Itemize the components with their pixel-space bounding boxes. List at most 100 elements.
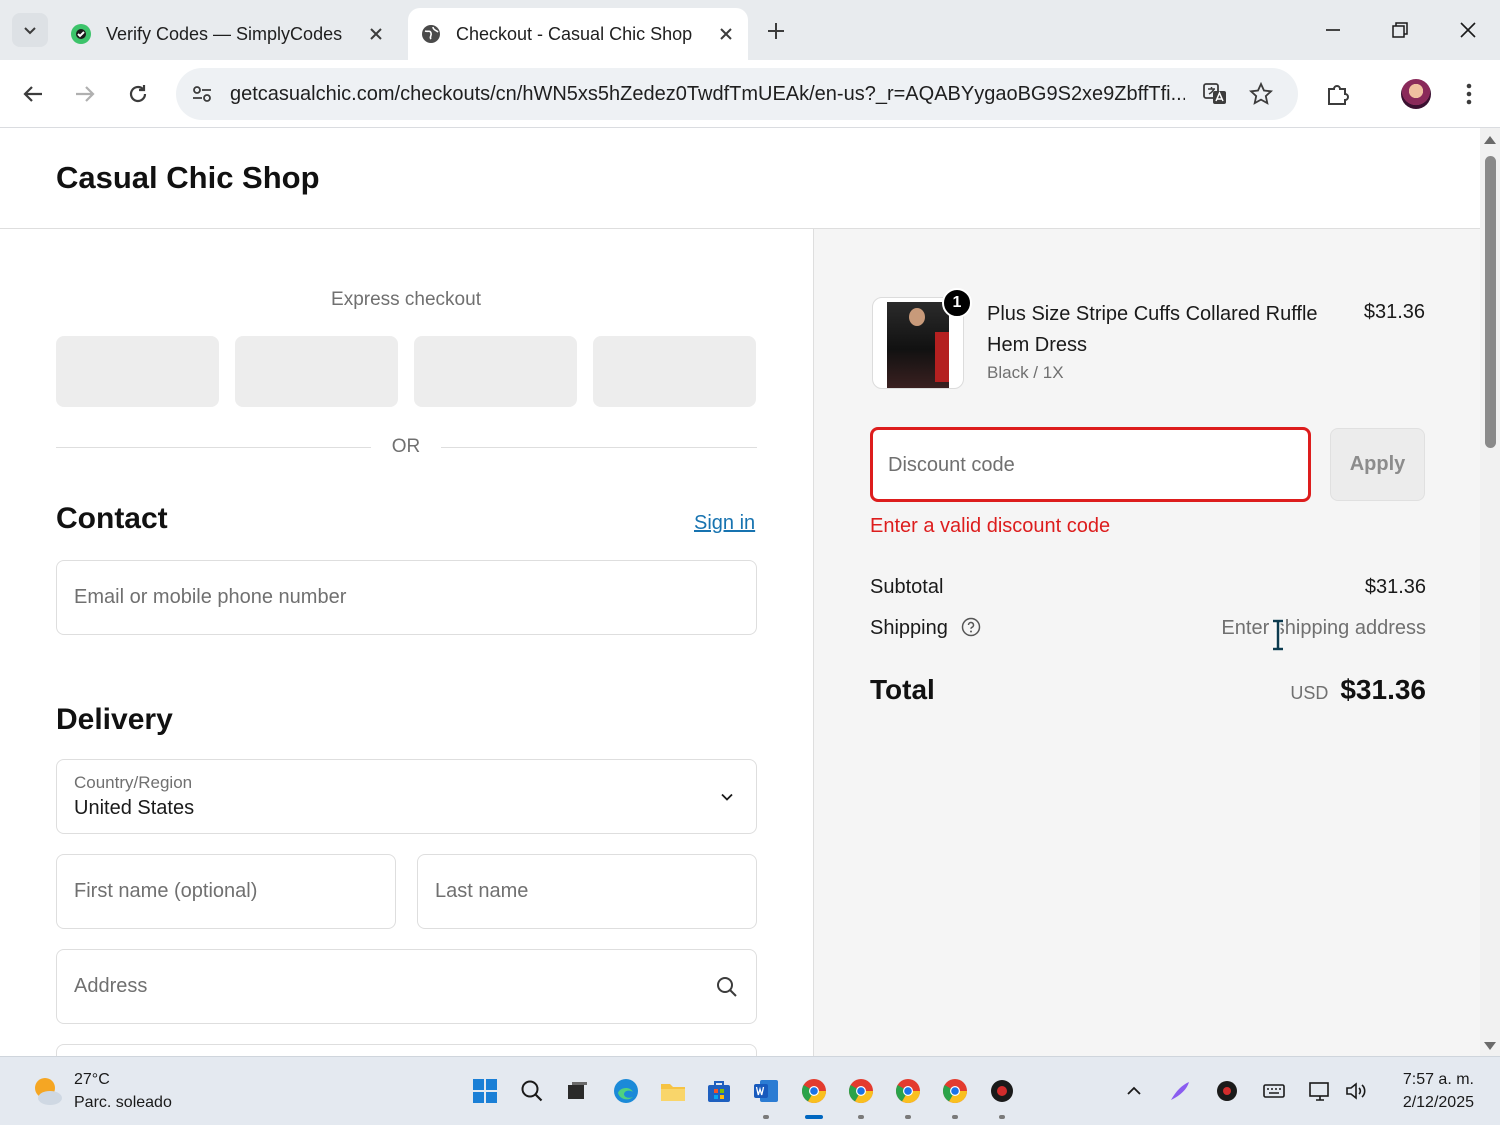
discount-error-message: Enter a valid discount code (870, 515, 1111, 537)
first-name-field[interactable]: First name (optional) (56, 854, 396, 929)
country-label: Country/Region (74, 773, 193, 792)
extensions-button[interactable] (1318, 74, 1358, 114)
help-circle-icon[interactable] (961, 617, 981, 637)
minimize-icon (1326, 29, 1340, 31)
store-app[interactable] (702, 1074, 736, 1108)
windows-taskbar: 27°C Parc. soleado 7:57 a. m. 2/12/2025 (0, 1056, 1500, 1125)
minimize-button[interactable] (1313, 10, 1353, 50)
discount-code-input[interactable]: Discount code (870, 427, 1311, 502)
chrome-icon (895, 1079, 920, 1104)
translate-icon[interactable] (1197, 76, 1233, 112)
express-pay-button-4[interactable] (593, 336, 756, 407)
puzzle-icon (1328, 85, 1349, 105)
new-tab-button[interactable] (760, 15, 792, 47)
clock-time[interactable]: 7:57 a. m. (1403, 1071, 1474, 1089)
chrome-app-2[interactable] (844, 1074, 878, 1108)
taskbar-search-button[interactable] (515, 1074, 549, 1108)
keyboard-tray-button[interactable] (1259, 1076, 1289, 1106)
tab-checkout[interactable]: Checkout - Casual Chic Shop (408, 8, 748, 60)
reload-button[interactable] (118, 74, 158, 114)
store-icon (708, 1081, 730, 1102)
chrome-app-3[interactable] (891, 1074, 925, 1108)
site-info-icon[interactable] (188, 80, 216, 108)
contact-title: Contact (56, 502, 168, 535)
apply-discount-button[interactable]: Apply (1330, 428, 1425, 501)
product-variant: Black / 1X (987, 363, 1064, 382)
page-scrollbar[interactable] (1480, 128, 1500, 1056)
profile-button[interactable] (1396, 74, 1436, 114)
scrollbar-thumb[interactable] (1485, 156, 1496, 448)
app-running-indicator (763, 1115, 769, 1119)
delivery-title: Delivery (56, 703, 173, 736)
network-tray-button[interactable] (1305, 1076, 1335, 1106)
chrome-app-4[interactable] (938, 1074, 972, 1108)
address-placeholder: Address (74, 975, 148, 997)
close-tab-icon[interactable] (712, 20, 740, 48)
chevron-down-icon (24, 27, 36, 35)
product-price: $31.36 (1363, 301, 1425, 323)
close-tab-icon[interactable] (362, 20, 390, 48)
file-explorer-app[interactable] (656, 1074, 690, 1108)
app-running-indicator (905, 1115, 911, 1119)
app-running-indicator (858, 1115, 864, 1119)
clock-date[interactable]: 2/12/2025 (1403, 1094, 1474, 1112)
folder-icon (661, 1084, 685, 1101)
dark-app[interactable] (985, 1074, 1019, 1108)
chrome-app-1[interactable] (797, 1074, 831, 1108)
shipping-value: Enter shipping address (1221, 617, 1426, 639)
tab-simplycodes[interactable]: Verify Codes — SimplyCodes (58, 8, 398, 60)
order-summary: 1 Plus Size Stripe Cuffs Collared Ruffle… (813, 229, 1480, 1056)
email-field[interactable]: Email or mobile phone number (56, 560, 757, 635)
tab-search-button[interactable] (12, 13, 48, 47)
tab-title: Checkout - Casual Chic Shop (456, 23, 693, 44)
scroll-down-arrow-icon[interactable] (1484, 1042, 1496, 1050)
search-icon (714, 974, 740, 1000)
chevron-down-icon (716, 786, 738, 808)
restore-button[interactable] (1380, 10, 1420, 50)
app-running-indicator (952, 1115, 958, 1119)
app-circle-icon (1217, 1081, 1237, 1101)
shop-name[interactable]: Casual Chic Shop (56, 160, 320, 196)
app-circle-icon (991, 1080, 1013, 1102)
scroll-up-arrow-icon[interactable] (1484, 136, 1496, 144)
chrome-icon (801, 1079, 826, 1104)
country-value: United States (74, 797, 195, 819)
shipping-row: Shipping Enter shipping address (870, 617, 1426, 640)
word-app[interactable] (749, 1074, 783, 1108)
search-icon (521, 1080, 543, 1102)
sign-in-link[interactable]: Sign in (694, 512, 755, 535)
chrome-icon (848, 1079, 873, 1104)
reload-icon (129, 85, 147, 103)
address-field[interactable]: Address (56, 949, 757, 1024)
tab-title: Verify Codes — SimplyCodes (106, 23, 343, 44)
address-line-2-field[interactable] (56, 1044, 757, 1056)
express-checkout-label: Express checkout (331, 289, 481, 310)
express-pay-button-2[interactable] (235, 336, 398, 407)
bookmark-star-icon[interactable] (1243, 76, 1279, 112)
express-pay-button-1[interactable] (56, 336, 219, 407)
close-window-button[interactable] (1448, 10, 1488, 50)
edge-app[interactable] (609, 1074, 643, 1108)
pen-tray-app[interactable] (1165, 1076, 1195, 1106)
url-text[interactable]: getcasualchic.com/checkouts/cn/hWN5xs5hZ… (230, 83, 1185, 106)
dark-tray-app[interactable] (1212, 1076, 1242, 1106)
last-name-field[interactable]: Last name (417, 854, 757, 929)
divider (441, 447, 757, 448)
country-select[interactable]: Country/Region United States (56, 759, 757, 834)
subtotal-value: $31.36 (1364, 576, 1426, 598)
task-view-icon (568, 1082, 587, 1099)
weather-description[interactable]: Parc. soleado (74, 1094, 172, 1112)
show-hidden-icons-button[interactable] (1119, 1076, 1149, 1106)
start-button[interactable] (468, 1074, 502, 1108)
total-label: Total (870, 674, 935, 705)
forward-button[interactable] (65, 74, 105, 114)
express-pay-button-3[interactable] (414, 336, 577, 407)
volume-tray-button[interactable] (1341, 1076, 1371, 1106)
partly-sunny-icon[interactable] (30, 1074, 64, 1108)
address-bar[interactable]: getcasualchic.com/checkouts/cn/hWN5xs5hZ… (176, 68, 1298, 120)
back-button[interactable] (13, 74, 53, 114)
divider (56, 447, 371, 448)
weather-temperature[interactable]: 27°C (74, 1071, 110, 1089)
browser-menu-button[interactable] (1449, 74, 1489, 114)
task-view-button[interactable] (560, 1074, 594, 1108)
